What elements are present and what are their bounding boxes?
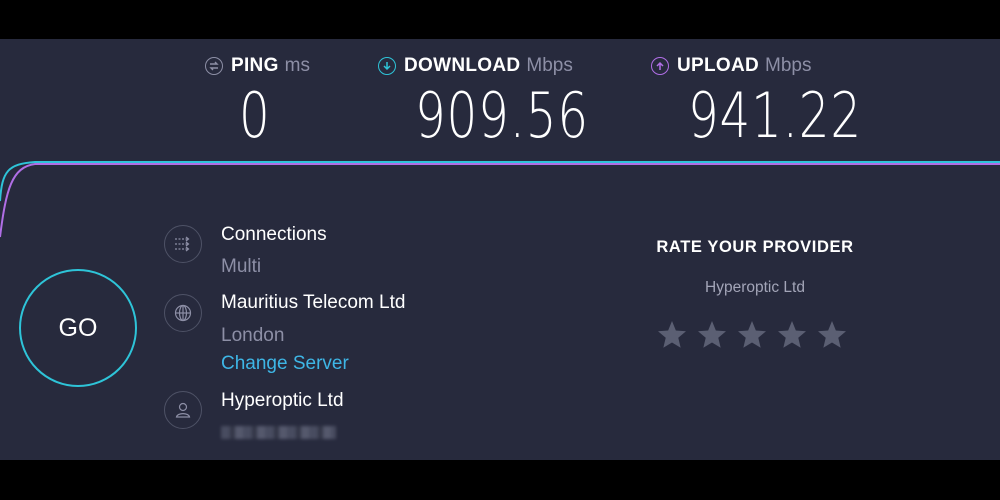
star-1-icon[interactable] bbox=[656, 319, 688, 351]
upload-arrow-icon bbox=[651, 57, 669, 75]
rating-stars bbox=[656, 319, 856, 359]
ping-icon bbox=[205, 57, 223, 75]
go-button[interactable]: GO bbox=[19, 269, 137, 387]
upload-label: UPLOAD bbox=[677, 55, 760, 76]
change-server-link[interactable]: Change Server bbox=[221, 353, 349, 375]
download-graph-line bbox=[0, 161, 1000, 202]
download-unit: Mbps bbox=[526, 55, 573, 76]
server-location: London bbox=[221, 325, 285, 346]
upload-metric: UPLOAD Mbps 941.22 bbox=[651, 51, 861, 152]
upload-unit: Mbps bbox=[765, 55, 812, 76]
provider-name: Hyperoptic Ltd bbox=[221, 390, 344, 411]
download-arrow-icon bbox=[378, 57, 396, 75]
ping-metric: PING ms 0 bbox=[205, 51, 310, 152]
upload-value: 941.22 bbox=[688, 79, 862, 152]
connections-icon[interactable] bbox=[164, 225, 202, 263]
rate-provider-title: RATE YOUR PROVIDER bbox=[656, 238, 854, 256]
download-metric: DOWNLOAD Mbps 909.56 bbox=[378, 51, 588, 152]
user-icon bbox=[164, 391, 202, 429]
redacted-ip-address bbox=[221, 426, 336, 439]
ping-value: 0 bbox=[239, 79, 271, 152]
server-name: Mauritius Telecom Ltd bbox=[221, 292, 406, 313]
star-5-icon[interactable] bbox=[816, 319, 848, 351]
connections-value: Multi bbox=[221, 256, 262, 277]
download-label: DOWNLOAD bbox=[404, 55, 521, 76]
upload-graph-line bbox=[0, 163, 1000, 238]
globe-icon[interactable] bbox=[164, 294, 202, 332]
rate-provider-name: Hyperoptic Ltd bbox=[705, 279, 805, 296]
star-4-icon[interactable] bbox=[776, 319, 808, 351]
ping-unit: ms bbox=[284, 55, 310, 76]
download-value: 909.56 bbox=[415, 79, 589, 152]
ping-label: PING bbox=[231, 55, 279, 76]
speedtest-results-panel: PING ms 0 DOWNLOAD Mbps 909.56 UPLOAD Mb… bbox=[0, 39, 1000, 460]
connections-title: Connections bbox=[221, 224, 327, 245]
star-3-icon[interactable] bbox=[736, 319, 768, 351]
star-2-icon[interactable] bbox=[696, 319, 728, 351]
